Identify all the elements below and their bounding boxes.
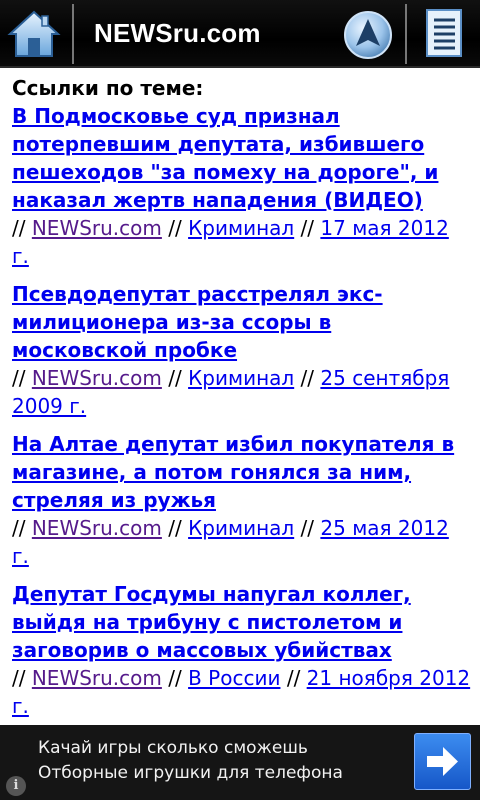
navigation-arrow-icon <box>344 11 392 59</box>
article-item: Псевдодепутат расстрелял экс-милиционера… <box>12 280 472 420</box>
article-item: В Подмосковье суд признал потерпевшим де… <box>12 102 472 270</box>
arrow-right-icon <box>427 747 458 776</box>
related-links-section: Ссылки по теме: В Подмосковье суд призна… <box>12 72 472 730</box>
meta-separator: // <box>168 516 182 540</box>
source-link[interactable]: NEWSru.com <box>32 666 162 690</box>
meta-separator: // <box>12 666 26 690</box>
menu-button[interactable] <box>424 8 466 60</box>
header-divider <box>405 4 407 64</box>
top-bar: NEWSru.com <box>0 0 480 68</box>
meta-separator: // <box>168 216 182 240</box>
meta-separator: // <box>168 666 182 690</box>
article-item: На Алтае депутат избил покупателя в мага… <box>12 430 472 570</box>
ad-banner[interactable]: Качай игры сколько сможешь Отборные игру… <box>0 725 480 800</box>
document-list-icon <box>426 9 462 57</box>
home-icon <box>7 10 61 57</box>
article-meta: // NEWSru.com // Криминал // 25 мая 2012… <box>12 514 472 570</box>
category-link[interactable]: Криминал <box>188 366 294 390</box>
article-item: Депутат Госдумы напугал коллег, выйдя на… <box>12 580 472 720</box>
article-meta: // NEWSru.com // Криминал // 25 сентября… <box>12 364 472 420</box>
meta-separator: // <box>12 366 26 390</box>
header-divider <box>72 4 74 64</box>
article-meta: // NEWSru.com // В России // 21 ноября 2… <box>12 664 472 720</box>
article-link[interactable]: В Подмосковье суд признал потерпевшим де… <box>12 102 472 214</box>
category-link[interactable]: Криминал <box>188 216 294 240</box>
source-link[interactable]: NEWSru.com <box>32 216 162 240</box>
meta-separator: // <box>12 216 26 240</box>
ad-subtitle: Отборные игрушки для телефона <box>38 763 343 783</box>
site-title[interactable]: NEWSru.com <box>94 18 261 49</box>
info-icon[interactable]: i <box>6 776 26 796</box>
category-link[interactable]: В России <box>188 666 280 690</box>
ad-open-button[interactable] <box>414 733 471 790</box>
article-link[interactable]: На Алтае депутат избил покупателя в мага… <box>12 430 472 514</box>
home-button[interactable] <box>6 6 62 62</box>
article-meta: // NEWSru.com // Криминал // 17 мая 2012… <box>12 214 472 270</box>
source-link[interactable]: NEWSru.com <box>32 516 162 540</box>
meta-separator: // <box>300 216 315 240</box>
meta-separator: // <box>300 516 315 540</box>
meta-separator: // <box>168 366 182 390</box>
source-link[interactable]: NEWSru.com <box>32 366 162 390</box>
meta-separator: // <box>12 516 26 540</box>
meta-separator: // <box>300 366 315 390</box>
section-title: Ссылки по теме: <box>12 76 204 100</box>
navigation-button[interactable] <box>343 10 393 60</box>
article-link[interactable]: Депутат Госдумы напугал коллег, выйдя на… <box>12 580 472 664</box>
ad-headline: Качай игры сколько сможешь <box>38 738 308 758</box>
category-link[interactable]: Криминал <box>188 516 294 540</box>
meta-separator: // <box>286 666 301 690</box>
article-link[interactable]: Псевдодепутат расстрелял экс-милиционера… <box>12 280 472 364</box>
